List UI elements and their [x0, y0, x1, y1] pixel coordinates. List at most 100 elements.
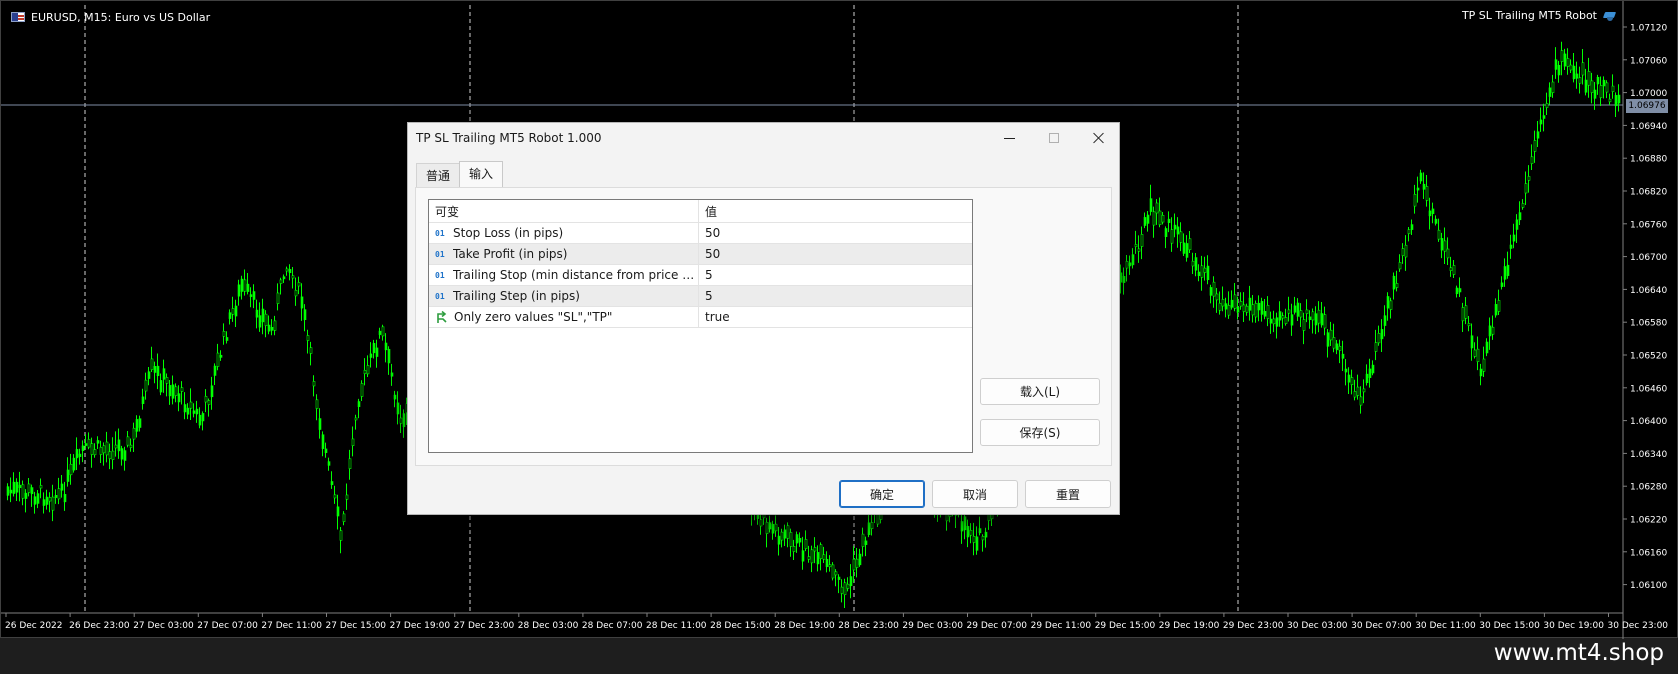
- grid-row[interactable]: 01 Stop Loss (in pips) 50: [429, 223, 972, 244]
- candle-body: [351, 438, 355, 446]
- candle-body: [816, 552, 820, 565]
- grid-row[interactable]: Only zero values "SL","TP" true: [429, 307, 972, 328]
- candle-body: [72, 457, 76, 471]
- candle-body: [1122, 276, 1126, 283]
- candle-body: [297, 282, 301, 287]
- load-button[interactable]: 载入(L): [980, 378, 1100, 405]
- candle-body: [1569, 64, 1573, 71]
- parameter-value-cell[interactable]: 5: [699, 265, 972, 286]
- candle-body: [1551, 81, 1555, 93]
- integer-type-icon: 01: [435, 270, 445, 280]
- close-button[interactable]: [1077, 123, 1121, 153]
- candle-body: [1245, 305, 1249, 313]
- time-axis-label: 27 Dec 03:00: [133, 621, 194, 631]
- candle-body: [1611, 85, 1615, 92]
- candle-body: [354, 417, 358, 421]
- candle-body: [192, 410, 196, 414]
- candle-body: [294, 289, 298, 297]
- candle-body: [1143, 217, 1147, 226]
- minimize-button[interactable]: [987, 123, 1031, 153]
- candle-body: [846, 583, 850, 589]
- parameter-name-cell[interactable]: 01 Trailing Stop (min distance from price…: [429, 265, 699, 286]
- grid-row[interactable]: 01 Trailing Stop (min distance from price…: [429, 265, 972, 286]
- grid-row[interactable]: 01 Trailing Step (in pips) 5: [429, 286, 972, 307]
- price-axis-label: 1.07060: [1630, 56, 1667, 66]
- parameter-value-cell[interactable]: 50: [699, 223, 972, 244]
- ok-button[interactable]: 确定: [839, 480, 925, 508]
- candle-body: [180, 387, 184, 392]
- parameter-value-cell[interactable]: true: [699, 307, 972, 328]
- candle-body: [1380, 329, 1384, 340]
- candle-body: [1197, 271, 1201, 276]
- parameter-value-cell[interactable]: 5: [699, 286, 972, 307]
- price-axis-label: 1.06880: [1630, 155, 1667, 165]
- cancel-button[interactable]: 取消: [932, 480, 1018, 508]
- candle-body: [150, 358, 154, 370]
- candle-body: [1533, 140, 1537, 152]
- candle-body: [102, 445, 106, 454]
- candle-body: [1173, 224, 1177, 230]
- candle-body: [1170, 229, 1174, 244]
- parameter-name-cell[interactable]: 01 Stop Loss (in pips): [429, 223, 699, 244]
- candle-body: [1440, 238, 1444, 251]
- candle-body: [960, 521, 964, 532]
- tab-inputs[interactable]: 输入: [459, 161, 504, 187]
- parameter-name-cell[interactable]: 01 Take Profit (in pips): [429, 244, 699, 265]
- grid-row[interactable]: 01 Take Profit (in pips) 50: [429, 244, 972, 265]
- reset-button[interactable]: 重置: [1025, 480, 1111, 508]
- candle-body: [1572, 65, 1576, 80]
- parameter-name: Take Profit (in pips): [453, 247, 568, 261]
- time-axis-label: 28 Dec 23:00: [838, 621, 899, 631]
- expert-advisor-label[interactable]: TP SL Trailing MT5 Robot: [1462, 9, 1617, 22]
- candle-body: [378, 330, 382, 335]
- candle-body: [858, 553, 862, 566]
- candle-body: [789, 532, 793, 547]
- candle-body: [1401, 248, 1405, 256]
- candle-body: [33, 496, 37, 505]
- candle-body: [1251, 304, 1255, 316]
- candle-body: [402, 413, 406, 428]
- candle-body: [870, 522, 874, 529]
- save-button[interactable]: 保存(S): [980, 419, 1100, 446]
- maximize-icon: [1049, 133, 1059, 143]
- candle-body: [75, 449, 79, 459]
- column-header-variable[interactable]: 可变: [429, 200, 699, 223]
- candle-body: [198, 414, 202, 426]
- candle-body: [138, 418, 142, 428]
- candle-body: [759, 519, 763, 527]
- candle-body: [1392, 275, 1396, 290]
- candle-body: [1347, 374, 1351, 383]
- candle-body: [243, 279, 247, 292]
- candle-body: [837, 576, 841, 580]
- price-axis-label: 1.06280: [1630, 483, 1667, 493]
- candle-body: [1605, 82, 1609, 93]
- candle-body: [84, 443, 88, 446]
- candle-body: [1587, 71, 1591, 86]
- candle-body: [879, 514, 883, 520]
- parameter-name-cell[interactable]: 01 Trailing Step (in pips): [429, 286, 699, 307]
- candle-body: [1167, 218, 1171, 223]
- candle-body: [1449, 267, 1453, 271]
- price-axis-label: 1.06460: [1630, 384, 1667, 394]
- candle-body: [174, 386, 178, 396]
- tab-common[interactable]: 普通: [416, 163, 461, 187]
- candle-body: [1602, 79, 1606, 87]
- dialog-titlebar[interactable]: TP SL Trailing MT5 Robot 1.000: [408, 123, 1119, 153]
- candle-body: [342, 513, 346, 522]
- candle-body: [1236, 306, 1240, 313]
- candle-body: [216, 352, 220, 367]
- candle-body: [1134, 244, 1138, 248]
- candle-body: [864, 540, 868, 545]
- time-axis-label: 29 Dec 15:00: [1095, 621, 1156, 631]
- candle-body: [1119, 272, 1123, 283]
- candle-body: [1149, 198, 1153, 212]
- candle-body: [333, 494, 337, 499]
- candle-body: [1323, 314, 1327, 329]
- parameter-name-cell[interactable]: Only zero values "SL","TP": [429, 307, 699, 328]
- time-axis-label: 29 Dec 07:00: [967, 621, 1028, 631]
- candle-body: [1584, 79, 1588, 93]
- parameter-value-cell[interactable]: 50: [699, 244, 972, 265]
- column-header-value[interactable]: 值: [699, 200, 972, 223]
- candle-body: [1311, 311, 1315, 321]
- candle-body: [48, 497, 52, 502]
